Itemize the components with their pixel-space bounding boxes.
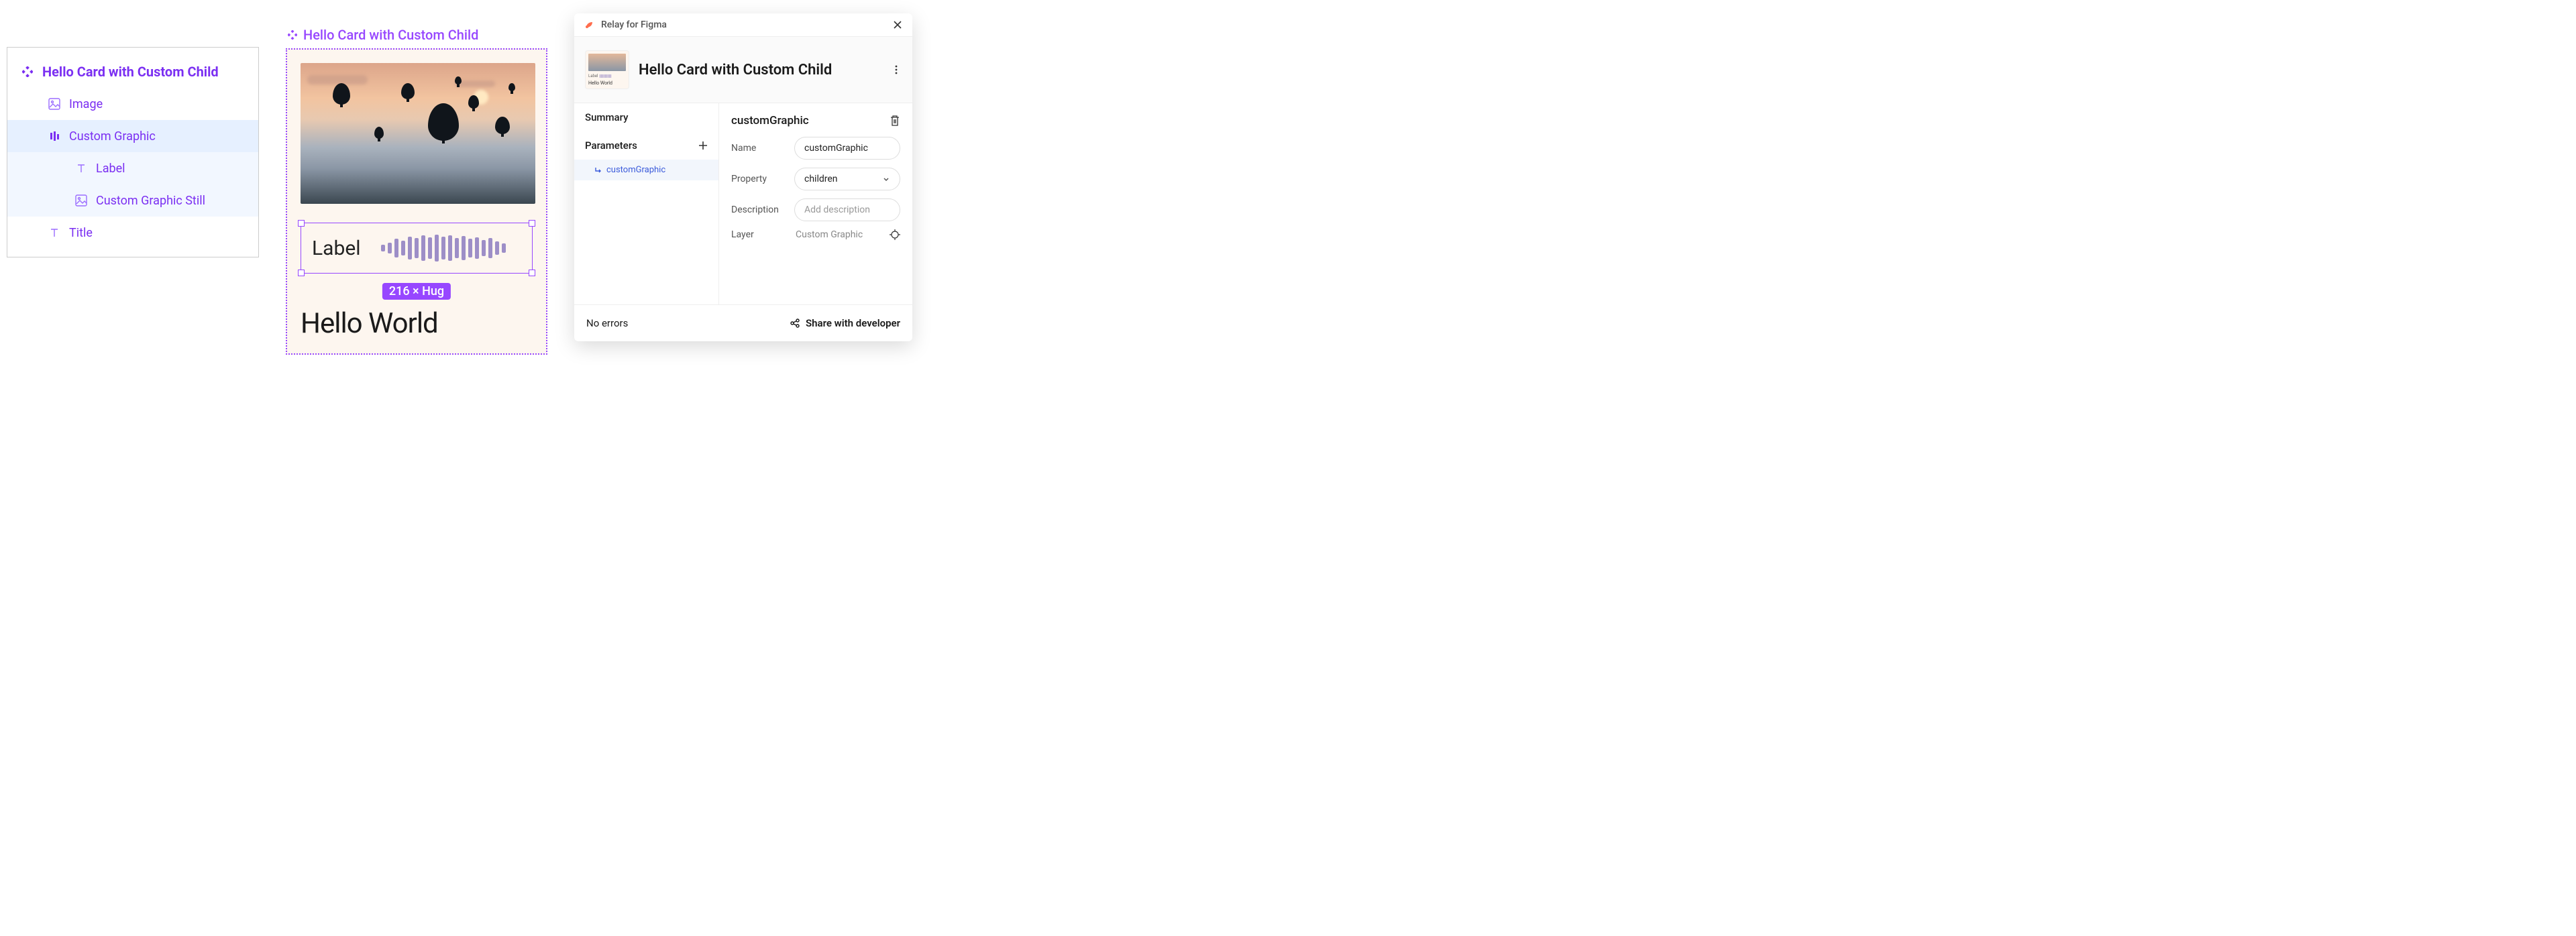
canvas: Hello Card with Custom Child Label xyxy=(286,27,547,355)
chevron-down-icon xyxy=(882,175,890,183)
name-input[interactable]: customGraphic xyxy=(794,137,900,160)
layer-row-image[interactable]: Image xyxy=(7,88,258,120)
resize-handle[interactable] xyxy=(298,220,305,227)
name-label: Name xyxy=(731,143,785,154)
plugin-sidebar: Summary Parameters customGraphic xyxy=(574,103,719,304)
description-input[interactable]: Add description xyxy=(794,198,900,221)
resize-handle[interactable] xyxy=(298,270,305,276)
description-placeholder: Add description xyxy=(804,204,870,215)
add-parameter-icon[interactable] xyxy=(698,141,708,150)
text-icon xyxy=(48,226,61,239)
autolayout-icon xyxy=(48,129,61,143)
sidebar-param-label: customGraphic xyxy=(606,165,665,175)
frame-label-text: Hello Card with Custom Child xyxy=(303,27,478,43)
layer-label: Layer xyxy=(731,229,785,240)
layer-label: Title xyxy=(69,226,93,240)
more-icon[interactable] xyxy=(891,64,902,75)
status-text: No errors xyxy=(586,317,628,329)
resize-handle[interactable] xyxy=(529,220,535,227)
graphic-label: Label xyxy=(312,237,361,260)
target-icon[interactable] xyxy=(890,229,900,240)
thumb-title: Hello World xyxy=(588,80,612,86)
sidebar-summary-label: Summary xyxy=(585,111,628,123)
layer-ref-value: Custom Graphic xyxy=(796,229,863,240)
sidebar-parameters[interactable]: Parameters xyxy=(574,131,718,160)
sub-arrow-icon xyxy=(594,166,602,174)
plugin-titlebar: Relay for Figma xyxy=(574,13,912,37)
frame-label[interactable]: Hello Card with Custom Child xyxy=(286,27,547,43)
layer-label: Label xyxy=(96,162,125,176)
card-title[interactable]: Hello World xyxy=(301,307,533,340)
layer-label: Hello Card with Custom Child xyxy=(42,64,219,80)
relay-logo-icon xyxy=(584,19,596,31)
parameter-form: customGraphic Name customGraphic Propert… xyxy=(719,103,912,304)
thumb-label: Label xyxy=(588,74,598,78)
text-icon xyxy=(74,162,88,175)
layer-label: Custom Graphic xyxy=(69,129,156,143)
layer-label: Image xyxy=(69,97,103,111)
layers-panel: Hello Card with Custom Child Image Custo… xyxy=(7,47,259,257)
description-label: Description xyxy=(731,204,785,215)
layer-row-label[interactable]: Label xyxy=(7,152,258,184)
sidebar-summary[interactable]: Summary xyxy=(574,103,718,131)
name-value: customGraphic xyxy=(804,143,868,154)
layer-row-custom-graphic-still[interactable]: Custom Graphic Still xyxy=(7,184,258,217)
image-icon xyxy=(48,97,61,111)
layer-row-component[interactable]: Hello Card with Custom Child xyxy=(7,56,258,88)
property-value: children xyxy=(804,174,838,184)
plugin-footer: No errors Share with developer xyxy=(574,304,912,341)
relay-plugin-panel: Relay for Figma Label Hello World Hello … xyxy=(574,13,912,341)
resize-handle[interactable] xyxy=(529,270,535,276)
layer-row-title[interactable]: Title xyxy=(7,217,258,249)
plugin-component-title: Hello Card with Custom Child xyxy=(639,62,881,78)
size-badge: 216 × Hug xyxy=(382,283,451,300)
sidebar-param-item[interactable]: customGraphic xyxy=(574,160,718,180)
layer-label: Custom Graphic Still xyxy=(96,194,205,208)
share-label: Share with developer xyxy=(806,317,900,329)
plugin-app-name: Relay for Figma xyxy=(601,19,667,30)
selected-layer-box[interactable]: Label 216 × Hug xyxy=(301,223,533,274)
image-icon xyxy=(74,194,88,207)
component-icon xyxy=(21,65,34,78)
component-icon xyxy=(286,28,299,42)
share-with-developer-button[interactable]: Share with developer xyxy=(790,317,900,329)
component-frame[interactable]: Label 216 × Hug Hello World xyxy=(286,48,547,355)
waveform-graphic xyxy=(381,235,506,261)
plugin-header: Label Hello World Hello Card with Custom… xyxy=(574,37,912,103)
property-label: Property xyxy=(731,174,785,184)
sidebar-parameters-label: Parameters xyxy=(585,139,637,152)
layer-row-custom-graphic[interactable]: Custom Graphic xyxy=(7,120,258,152)
property-select[interactable]: children xyxy=(794,168,900,190)
share-icon xyxy=(790,318,800,329)
component-thumbnail: Label Hello World xyxy=(585,50,629,89)
close-icon[interactable] xyxy=(892,19,903,30)
hero-image[interactable] xyxy=(301,63,535,204)
delete-icon[interactable] xyxy=(890,115,900,127)
form-title: customGraphic xyxy=(731,114,809,127)
